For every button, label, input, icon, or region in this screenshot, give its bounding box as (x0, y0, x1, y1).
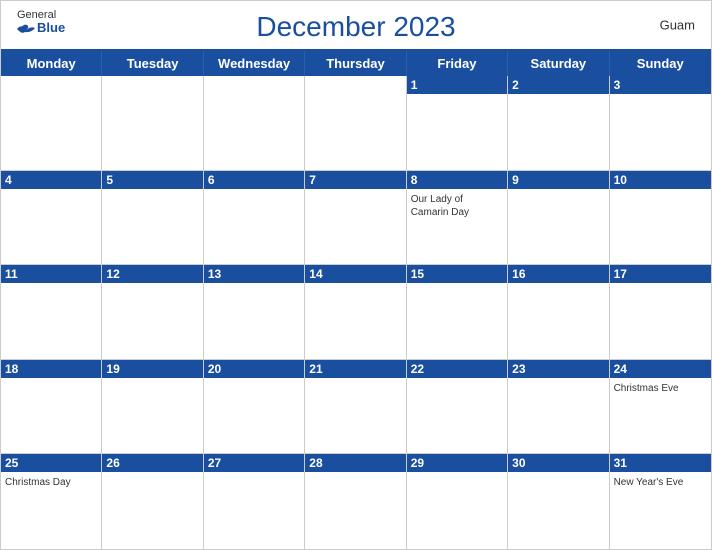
calendar-cell: 17 (610, 265, 711, 359)
calendar-cell: 4 (1, 171, 102, 265)
cell-day-number: 30 (508, 454, 608, 472)
cell-day-number: 15 (407, 265, 507, 283)
day-header-saturday: Saturday (508, 51, 609, 76)
calendar-cell: 28 (305, 454, 406, 549)
calendar-cell: 30 (508, 454, 609, 549)
cell-day-number: 4 (1, 171, 101, 189)
calendar-week-1: 123 (1, 76, 711, 171)
calendar-title: December 2023 (256, 11, 455, 43)
cell-day-number: 5 (102, 171, 202, 189)
cell-day-number: 27 (204, 454, 304, 472)
calendar-cell: 26 (102, 454, 203, 549)
calendar-cell: 27 (204, 454, 305, 549)
cell-day-number: 9 (508, 171, 608, 189)
cell-event: Christmas Eve (614, 382, 707, 395)
calendar-week-2: 45678 Our Lady of Camarin Day 910 (1, 171, 711, 266)
day-header-sunday: Sunday (610, 51, 711, 76)
calendar-cell: 11 (1, 265, 102, 359)
cell-day-number: 26 (102, 454, 202, 472)
calendar-cell: 5 (102, 171, 203, 265)
cell-day-number: 22 (407, 360, 507, 378)
logo-bird-icon (17, 21, 35, 35)
calendar-grid: Monday Tuesday Wednesday Thursday Friday… (1, 49, 711, 549)
cell-day-number: 19 (102, 360, 202, 378)
calendar-page: General Blue December 2023 Guam Monday T… (0, 0, 712, 550)
cell-day-number: 28 (305, 454, 405, 472)
cell-day-number: 21 (305, 360, 405, 378)
calendar-cell (102, 76, 203, 170)
calendar-cell: 31 New Year's Eve (610, 454, 711, 549)
day-header-thursday: Thursday (305, 51, 406, 76)
logo-blue-text: Blue (17, 21, 65, 35)
cell-event: Christmas Day (5, 476, 97, 489)
cell-day-number: 7 (305, 171, 405, 189)
calendar-cell: 14 (305, 265, 406, 359)
calendar-cell: 3 (610, 76, 711, 170)
calendar-week-5: 25 Christmas Day 262728293031 New Year's Ev… (1, 454, 711, 549)
calendar-cell: 18 (1, 360, 102, 454)
calendar-cell: 15 (407, 265, 508, 359)
calendar-cell (204, 76, 305, 170)
cell-day-number: 20 (204, 360, 304, 378)
cell-day-number: 6 (204, 171, 304, 189)
calendar-cell: 25 Christmas Day (1, 454, 102, 549)
calendar-cell: 2 (508, 76, 609, 170)
cell-day-number: 23 (508, 360, 608, 378)
day-header-wednesday: Wednesday (204, 51, 305, 76)
calendar-cell: 10 (610, 171, 711, 265)
cell-day-number: 10 (610, 171, 711, 189)
region-label: Guam (660, 18, 695, 33)
calendar-cell: 12 (102, 265, 203, 359)
calendar-cell: 1 (407, 76, 508, 170)
calendar-cell: 23 (508, 360, 609, 454)
cell-day-number: 2 (508, 76, 608, 94)
cell-day-number: 8 (407, 171, 507, 189)
calendar-cell: 29 (407, 454, 508, 549)
day-header-friday: Friday (407, 51, 508, 76)
calendar-week-4: 18192021222324 Christmas Eve (1, 360, 711, 455)
cell-day-number: 29 (407, 454, 507, 472)
cell-day-number (305, 76, 405, 94)
calendar-cell: 6 (204, 171, 305, 265)
calendar-body: 12345678Our Lady of Camarin Day910111213… (1, 76, 711, 549)
calendar-cell: 8 Our Lady of Camarin Day (407, 171, 508, 265)
cell-day-number (204, 76, 304, 94)
cell-day-number: 24 (610, 360, 711, 378)
calendar-cell: 9 (508, 171, 609, 265)
cell-day-number: 13 (204, 265, 304, 283)
cell-day-number: 12 (102, 265, 202, 283)
calendar-cell: 20 (204, 360, 305, 454)
cell-day-number: 18 (1, 360, 101, 378)
calendar-cell: 22 (407, 360, 508, 454)
calendar-cell (1, 76, 102, 170)
day-header-tuesday: Tuesday (102, 51, 203, 76)
day-header-monday: Monday (1, 51, 102, 76)
cell-event: New Year's Eve (614, 476, 707, 489)
cell-day-number: 1 (407, 76, 507, 94)
logo: General Blue (17, 9, 65, 35)
calendar-cell: 19 (102, 360, 203, 454)
cell-event: Our Lady of Camarin Day (411, 193, 503, 219)
cell-day-number: 17 (610, 265, 711, 283)
calendar-cell (305, 76, 406, 170)
calendar-cell: 16 (508, 265, 609, 359)
calendar-cell: 24 Christmas Eve (610, 360, 711, 454)
cell-day-number: 14 (305, 265, 405, 283)
cell-day-number: 11 (1, 265, 101, 283)
calendar-cell: 13 (204, 265, 305, 359)
calendar-week-3: 11121314151617 (1, 265, 711, 360)
cell-day-number (102, 76, 202, 94)
calendar-cell: 7 (305, 171, 406, 265)
cell-day-number: 25 (1, 454, 101, 472)
calendar-header: General Blue December 2023 Guam (1, 1, 711, 49)
day-headers-row: Monday Tuesday Wednesday Thursday Friday… (1, 51, 711, 76)
cell-day-number: 31 (610, 454, 711, 472)
calendar-cell: 21 (305, 360, 406, 454)
cell-day-number: 16 (508, 265, 608, 283)
cell-day-number (1, 76, 101, 94)
cell-day-number: 3 (610, 76, 711, 94)
